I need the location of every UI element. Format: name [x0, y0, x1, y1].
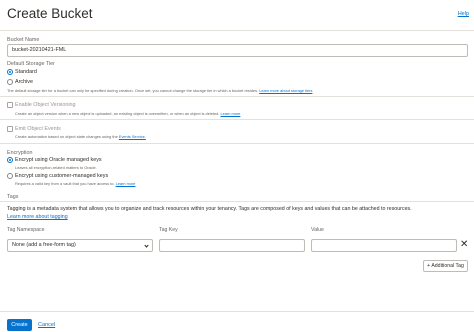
page-title: Create Bucket	[7, 6, 93, 21]
customer-keys-learn-more-link[interactable]: Learn more	[116, 181, 136, 186]
customer-keys-help-text: Requires a valid key from a vault that y…	[15, 181, 115, 186]
header-divider	[0, 30, 474, 31]
oracle-keys-radio[interactable]	[7, 157, 13, 163]
divider	[0, 143, 474, 144]
add-tag-button[interactable]: + Additional Tag	[423, 260, 468, 272]
cancel-link[interactable]: Cancel	[38, 322, 55, 328]
standard-option-label: Standard	[15, 69, 37, 75]
tag-namespace-label: Tag Namespace	[7, 227, 45, 233]
oracle-keys-help: Leaves all encryption-related matters to…	[15, 165, 97, 170]
events-help-text: Create automation based on object state …	[15, 134, 118, 139]
encryption-label: Encryption	[7, 150, 33, 156]
customer-keys-help: Requires a valid key from a vault that y…	[15, 181, 135, 186]
events-checkbox[interactable]	[7, 126, 13, 132]
create-button[interactable]: Create	[7, 319, 32, 331]
versioning-help-text: Create an object version when a new obje…	[15, 111, 220, 116]
customer-keys-radio[interactable]	[7, 173, 13, 179]
standard-radio[interactable]	[7, 69, 13, 75]
divider	[0, 119, 474, 120]
divider	[0, 201, 474, 202]
oracle-keys-label: Encrypt using Oracle managed keys	[15, 157, 102, 163]
storage-tier-help-text: The default storage tier for a bucket ca…	[7, 88, 259, 93]
storage-tier-label: Default Storage Tier	[7, 61, 55, 67]
events-service-link[interactable]: Events Service.	[119, 134, 146, 139]
storage-tier-help: The default storage tier for a bucket ca…	[7, 88, 312, 93]
bucket-name-label: Bucket Name	[7, 37, 40, 43]
versioning-learn-more-link[interactable]: Learn more	[220, 111, 240, 116]
tagging-learn-more-link[interactable]: Learn more about tagging	[7, 214, 68, 220]
close-icon[interactable]: ✕	[460, 239, 468, 251]
footer-divider	[0, 311, 474, 312]
bucket-name-input[interactable]: bucket-20210421-FML	[7, 44, 468, 57]
storage-tiers-link[interactable]: Learn more about storage tiers	[259, 88, 312, 93]
tag-key-label: Tag Key	[159, 227, 178, 233]
tag-namespace-select[interactable]: None (add a free-form tag)	[7, 239, 153, 252]
tag-namespace-value: None (add a free-form tag)	[12, 242, 76, 248]
divider	[0, 96, 474, 97]
tag-value-input[interactable]	[311, 239, 457, 252]
tags-label: Tags	[7, 194, 19, 200]
customer-keys-label: Encrypt using customer-managed keys	[15, 173, 109, 179]
archive-radio[interactable]	[7, 79, 13, 85]
help-link[interactable]: Help	[458, 11, 469, 17]
tags-description: Tagging is a metadata system that allows…	[7, 206, 412, 212]
versioning-label: Enable Object Versioning	[15, 102, 76, 108]
archive-option-label: Archive	[15, 79, 33, 85]
chevron-down-icon	[144, 243, 149, 248]
panel-header: Create Bucket Help	[0, 0, 474, 30]
tag-value-label: Value	[311, 227, 324, 233]
versioning-help: Create an object version when a new obje…	[15, 111, 240, 116]
events-help: Create automation based on object state …	[15, 134, 146, 139]
versioning-checkbox[interactable]	[7, 102, 13, 108]
tag-key-input[interactable]	[159, 239, 305, 252]
events-label: Emit Object Events	[15, 126, 61, 132]
